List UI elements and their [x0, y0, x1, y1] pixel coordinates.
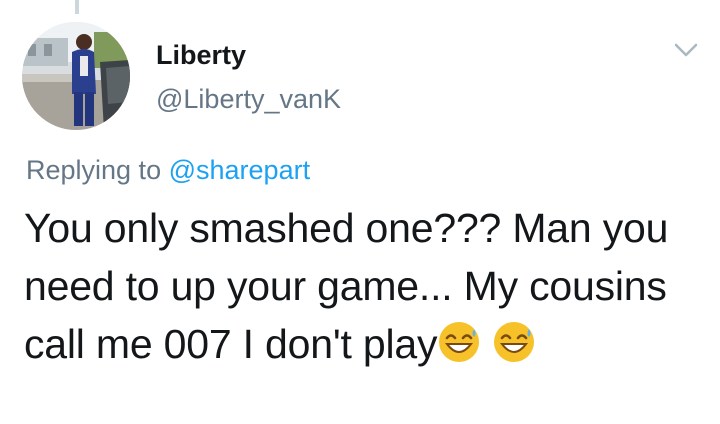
user-handle[interactable]: @Liberty_vanK	[156, 84, 341, 115]
tweet-text: You only smashed one??? Man you need to …	[24, 199, 704, 373]
display-name[interactable]: Liberty	[156, 40, 246, 71]
tweet-body: You only smashed one??? Man you need to …	[24, 205, 669, 367]
replying-to-line: Replying to @sharepart	[26, 155, 310, 186]
thread-connector-line	[75, 0, 79, 14]
chevron-down-icon[interactable]	[672, 38, 700, 62]
avatar-photo	[22, 22, 130, 130]
grinning-sweat-emoji	[492, 320, 536, 364]
replying-mention-link[interactable]: @sharepart	[169, 155, 310, 185]
replying-to-label: Replying to	[26, 155, 162, 185]
grinning-sweat-emoji	[437, 320, 481, 364]
avatar[interactable]	[22, 22, 130, 130]
